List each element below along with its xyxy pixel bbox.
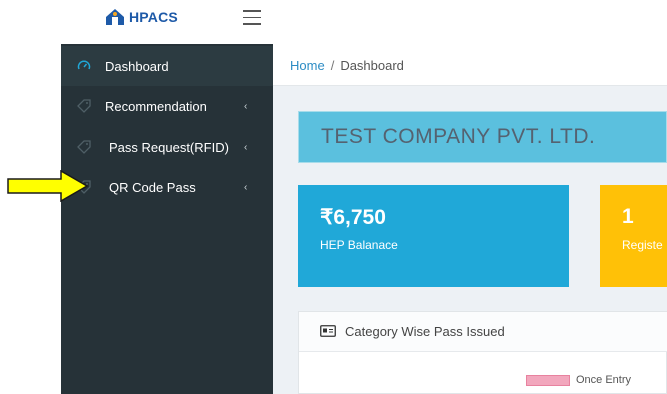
chevron-left-icon: ‹ bbox=[244, 141, 248, 153]
chevron-left-icon: ‹ bbox=[244, 181, 248, 193]
left-gutter bbox=[0, 44, 61, 394]
sidebar-item-label: Pass Request(RFID) bbox=[109, 139, 229, 155]
sidebar: Dashboard Recommendation ‹ Pass Request(… bbox=[61, 44, 273, 394]
brand-logo[interactable]: HPACS bbox=[104, 8, 178, 26]
card-header: Category Wise Pass Issued bbox=[299, 312, 667, 352]
stat-card-registered[interactable]: 1 Registe bbox=[600, 185, 667, 287]
tag-icon bbox=[77, 140, 91, 154]
company-name: TEST COMPANY PVT. LTD. bbox=[321, 125, 596, 148]
breadcrumb-home-link[interactable]: Home bbox=[290, 58, 325, 73]
legend-label: Once Entry bbox=[576, 374, 632, 386]
sidebar-item-label: QR Code Pass bbox=[109, 179, 196, 195]
hamburger-icon[interactable] bbox=[243, 10, 261, 26]
breadcrumb: Home / Dashboard bbox=[273, 44, 667, 86]
sidebar-item-label: Recommendation bbox=[105, 98, 207, 114]
sidebar-item-pass-request[interactable]: Pass Request(RFID) ‹ bbox=[61, 127, 273, 167]
legend-swatch bbox=[526, 374, 570, 386]
speedometer-icon bbox=[77, 60, 91, 70]
company-banner: TEST COMPANY PVT. LTD. bbox=[298, 111, 667, 163]
category-pass-card: Category Wise Pass Issued Once Entry bbox=[298, 311, 667, 394]
sidebar-item-qr-code-pass[interactable]: QR Code Pass ‹ bbox=[61, 167, 273, 207]
breadcrumb-separator: / bbox=[330, 58, 335, 73]
chart-legend[interactable]: Once Entry bbox=[526, 374, 631, 386]
sidebar-item-recommendation[interactable]: Recommendation ‹ bbox=[61, 86, 273, 126]
id-card-icon bbox=[320, 325, 336, 337]
sidebar-item-label: Dashboard bbox=[105, 58, 169, 74]
top-header: HPACS bbox=[0, 0, 667, 44]
card-title: Category Wise Pass Issued bbox=[345, 324, 505, 339]
stat-label: Registe bbox=[622, 238, 663, 252]
stat-value: 1 bbox=[622, 205, 634, 228]
breadcrumb-current: Dashboard bbox=[340, 58, 404, 73]
logo-text: HPACS bbox=[129, 9, 178, 25]
sidebar-item-dashboard[interactable]: Dashboard bbox=[61, 46, 273, 86]
stat-value: ₹6,750 bbox=[320, 206, 386, 229]
logo-icon bbox=[106, 9, 124, 25]
annotation-arrow-icon bbox=[7, 170, 89, 202]
tag-icon bbox=[77, 99, 91, 113]
main-content: Home / Dashboard TEST COMPANY PVT. LTD. ₹6… bbox=[273, 44, 667, 394]
stat-card-balance[interactable]: ₹6,750 HEP Balanace bbox=[298, 185, 569, 287]
stat-label: HEP Balanace bbox=[320, 238, 398, 252]
chevron-left-icon: ‹ bbox=[244, 100, 248, 112]
